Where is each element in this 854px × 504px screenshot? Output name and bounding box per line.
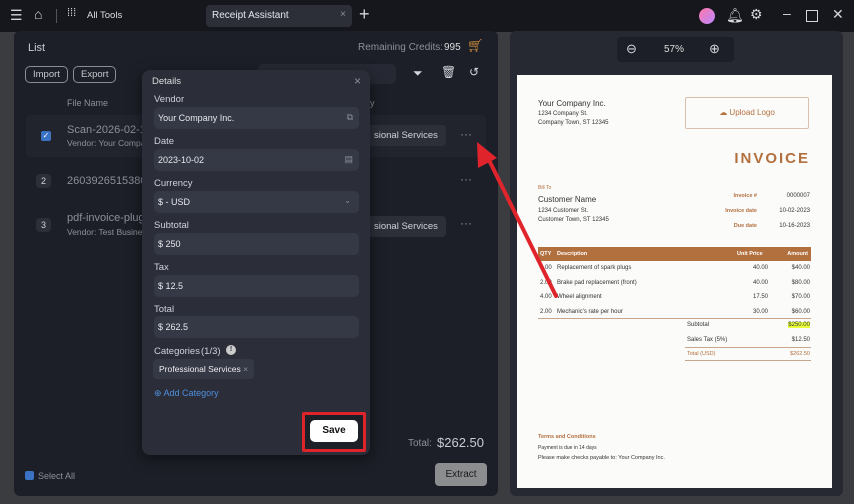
annotation-arrow: [477, 142, 558, 298]
